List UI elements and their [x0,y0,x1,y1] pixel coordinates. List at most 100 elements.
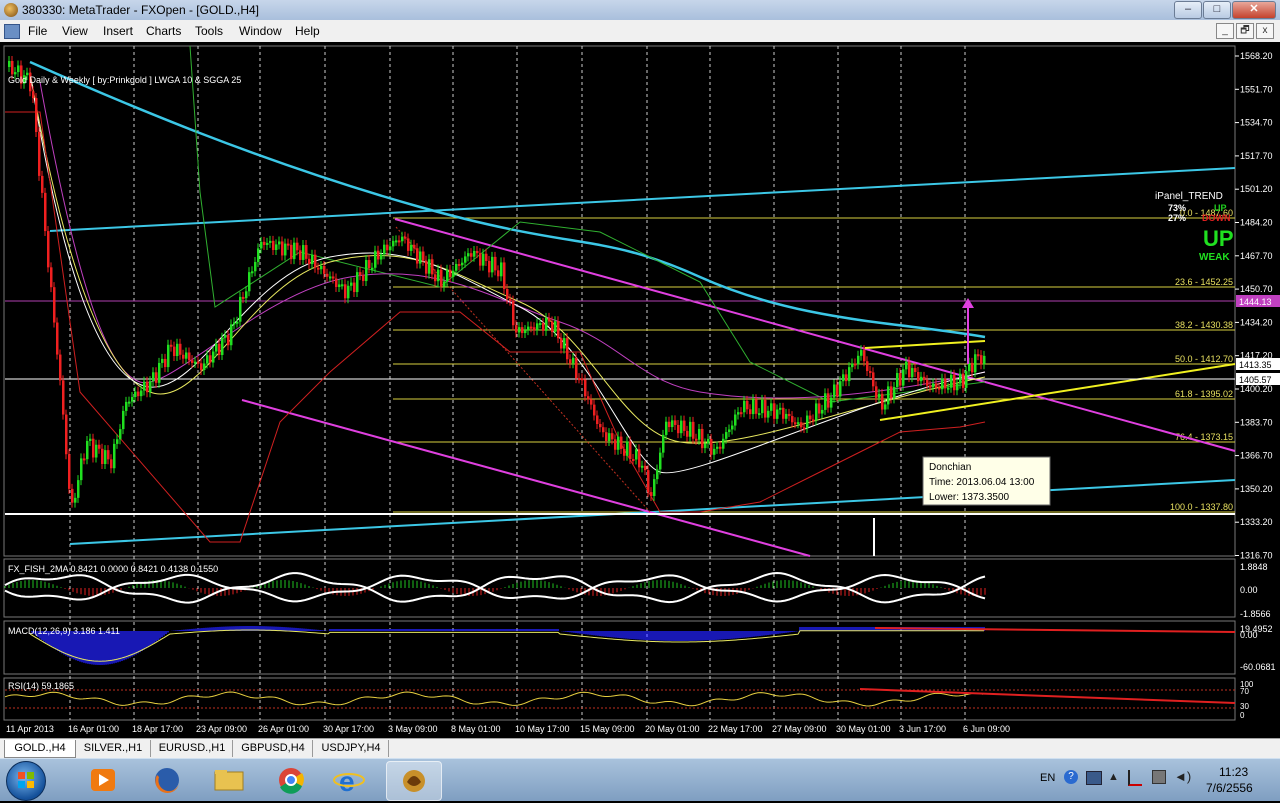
help-icon[interactable]: ? [1064,770,1078,784]
bull-candle [704,443,707,449]
bull-candle [698,428,701,440]
bear-candle [914,368,917,373]
metatrader-icon[interactable] [386,761,442,801]
bear-candle [344,284,347,299]
firefox-icon[interactable] [140,761,194,799]
fib-label: 23.6 - 1452.25 [1175,277,1233,287]
menu-tools[interactable]: Tools [195,24,223,38]
chart-window[interactable]: 0.0 - 1487.60 23.6 - 1452.25 38.2 - 1430.3… [0,42,1280,738]
bull-candle [350,282,353,286]
menu-insert[interactable]: Insert [103,24,133,38]
bear-candle [35,98,38,132]
tab-gold-h4[interactable]: GOLD.,H4 [4,740,76,758]
bear-candle [191,360,194,363]
menu-view[interactable]: View [62,24,88,38]
tab-eurusd-h1[interactable]: EURUSD.,H1 [152,740,233,757]
metatrader-app-icon[interactable] [4,3,18,17]
bear-candle [512,300,515,326]
bull-candle [734,414,737,426]
clock-time[interactable]: 11:23 [1219,765,1248,779]
keyboard-icon[interactable] [1086,771,1102,785]
language-indicator[interactable]: EN [1040,772,1055,784]
bear-candle [506,289,509,299]
internet-explorer-icon[interactable]: e [322,761,376,799]
bull-candle [140,390,143,397]
date-label: 6 Jun 09:00 [963,724,1010,734]
mdi-minimize-button[interactable]: _ [1216,23,1234,39]
date-label: 3 May 09:00 [388,724,438,734]
price-label: 1568.20 [1240,51,1273,61]
show-hidden-icons-icon[interactable]: ▲ [1108,771,1119,783]
bear-candle [431,259,434,275]
bear-candle [803,427,806,430]
bull-candle [974,354,977,373]
start-button[interactable] [6,761,46,801]
bull-candle [347,285,350,299]
tab-usdjpy-h4[interactable]: USDJPY,H4 [314,740,389,757]
bear-candle [575,357,578,379]
bull-candle [80,458,83,481]
minimize-button[interactable]: – [1174,1,1202,19]
bull-candle [941,378,944,390]
date-label: 20 May 01:00 [645,724,700,734]
bear-candle [533,327,536,331]
bear-candle [980,355,983,365]
bear-candle [242,296,245,299]
bear-candle [581,378,584,381]
menu-file[interactable]: File [28,24,47,38]
bear-candle [584,379,587,397]
file-explorer-icon[interactable] [202,761,256,799]
tab-gbpusd-h4[interactable]: GBPUSD,H4 [234,740,313,757]
chrome-icon[interactable] [264,761,318,799]
bear-candle [449,269,452,278]
bear-candle [605,432,608,442]
menu-bar: File View Insert Charts Tools Window Hel… [0,20,1280,43]
bear-candle [695,438,698,441]
bull-candle [776,409,779,419]
bear-candle [41,175,44,193]
menu-window[interactable]: Window [239,24,282,38]
mdi-restore-button[interactable]: 🗗 [1236,23,1254,39]
action-center-icon[interactable] [1128,770,1142,786]
bull-candle [779,407,782,410]
network-icon[interactable] [1152,770,1166,784]
bear-candle [38,131,41,176]
bull-candle [932,383,935,388]
price-label: 1534.70 [1240,118,1273,128]
bull-candle [374,250,377,268]
bull-candle [806,415,809,428]
bear-candle [749,409,752,415]
bear-candle [881,393,884,410]
price-label: 1434.20 [1240,317,1273,327]
tab-silver-h1[interactable]: SILVER.,H1 [76,740,151,757]
bear-candle [71,488,74,503]
mdi-close-button[interactable]: x [1256,23,1274,39]
bear-candle [866,361,869,372]
bear-candle [101,448,104,464]
menu-help[interactable]: Help [295,24,320,38]
chart-window-icon[interactable] [4,24,20,39]
bear-candle [794,422,797,425]
bear-candle [170,344,173,347]
menu-charts[interactable]: Charts [146,24,181,38]
media-player-icon[interactable] [76,761,130,799]
bull-candle [269,240,272,243]
bull-candle [689,421,692,437]
date-label: 3 Jun 17:00 [899,724,946,734]
bull-candle [236,321,239,324]
bull-candle [329,276,332,279]
rsi-scale-70: 70 [1240,687,1249,696]
volume-icon[interactable]: ◄) [1174,769,1191,784]
bull-candle [659,452,662,470]
bear-candle [137,391,140,397]
magenta-level-value: 1444.13 [1239,297,1272,307]
close-button[interactable]: ✕ [1232,1,1276,19]
fish-scale-bottom: -1.8566 [1240,609,1271,619]
bull-candle [275,244,278,250]
bull-candle [842,374,845,382]
maximize-button[interactable]: □ [1203,1,1231,19]
bull-candle [149,381,152,393]
price-chart[interactable]: 0.0 - 1487.6023.6 - 1452.2538.2 - 1430.3… [0,42,1280,738]
clock-date[interactable]: 7/6/2556 [1206,781,1253,795]
bear-candle [164,358,167,368]
